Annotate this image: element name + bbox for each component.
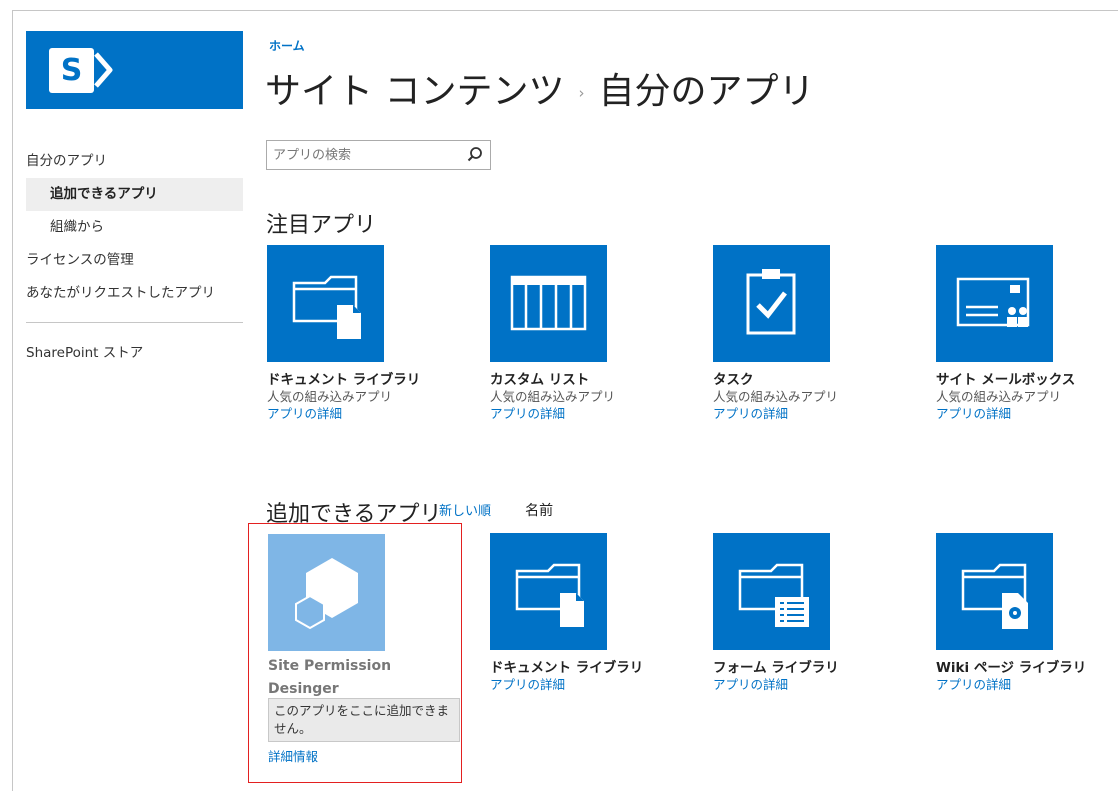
- app-tile-name[interactable]: Wiki ページ ライブラリ: [936, 656, 1118, 676]
- app-tile-name[interactable]: サイト メールボックス: [936, 368, 1118, 388]
- app-tile-image[interactable]: [713, 245, 830, 362]
- featured-app-tile[interactable]: ドキュメント ライブラリ 人気の組み込みアプリ アプリの詳細: [267, 245, 467, 422]
- left-navigation: 自分のアプリ 追加できるアプリ 組織から ライセンスの管理 あなたがリクエストし…: [26, 145, 243, 370]
- app-tile-image: [268, 534, 385, 651]
- addable-app-tile[interactable]: フォーム ライブラリ アプリの詳細: [713, 533, 913, 693]
- app-details-link[interactable]: アプリの詳細: [490, 405, 690, 422]
- app-details-link[interactable]: アプリの詳細: [936, 676, 1118, 693]
- breadcrumb-separator-icon: ›: [578, 84, 585, 102]
- page-title: サイト コンテンツ › 自分のアプリ: [265, 62, 814, 114]
- app-search-input[interactable]: [273, 146, 458, 164]
- app-tile-name[interactable]: ドキュメント ライブラリ: [267, 368, 467, 388]
- app-tile-image[interactable]: [936, 533, 1053, 650]
- sharepoint-arrow-icon: [94, 52, 113, 88]
- search-icon[interactable]: [466, 146, 484, 164]
- app-tile-name[interactable]: カスタム リスト: [490, 368, 690, 388]
- form-library-icon: [738, 563, 809, 627]
- nav-item-addable-apps[interactable]: 追加できるアプリ: [26, 178, 243, 211]
- featured-app-tile[interactable]: タスク 人気の組み込みアプリ アプリの詳細: [713, 245, 913, 422]
- more-info-link[interactable]: 詳細情報: [268, 746, 318, 765]
- featured-app-tile[interactable]: カスタム リスト 人気の組み込みアプリ アプリの詳細: [490, 245, 690, 422]
- page-title-parent[interactable]: サイト コンテンツ: [265, 71, 564, 112]
- nav-item-from-organization[interactable]: 組織から: [26, 211, 243, 244]
- featured-app-tile[interactable]: サイト メールボックス 人気の組み込みアプリ アプリの詳細: [936, 245, 1118, 422]
- app-tile-image[interactable]: [490, 245, 607, 362]
- nav-item-requested-apps[interactable]: あなたがリクエストしたアプリ: [26, 277, 243, 310]
- sort-options: 新しい順 名前: [439, 500, 553, 520]
- app-details-link[interactable]: アプリの詳細: [713, 676, 913, 693]
- app-tile-name: Site Permission Desinger: [268, 658, 392, 697]
- addable-app-tile[interactable]: Wiki ページ ライブラリ アプリの詳細: [936, 533, 1118, 693]
- app-tile-description: 人気の組み込みアプリ: [267, 389, 393, 404]
- nav-item-sharepoint-store[interactable]: SharePoint ストア: [26, 337, 243, 370]
- nav-divider: [26, 322, 243, 323]
- app-tile-image[interactable]: [936, 245, 1053, 362]
- app-tile-name[interactable]: ドキュメント ライブラリ: [490, 656, 690, 676]
- site-mailbox-icon: [956, 277, 1030, 327]
- cannot-add-message: このアプリをここに追加できません。: [268, 698, 460, 742]
- app-details-link[interactable]: アプリの詳細: [936, 405, 1118, 422]
- app-search-box: [266, 140, 491, 170]
- app-details-link[interactable]: アプリの詳細: [490, 676, 690, 693]
- app-tile-description: 人気の組み込みアプリ: [490, 389, 616, 404]
- page-title-current: 自分のアプリ: [598, 71, 815, 112]
- addable-app-tile[interactable]: ドキュメント ライブラリ アプリの詳細: [490, 533, 690, 693]
- nav-item-my-apps[interactable]: 自分のアプリ: [26, 145, 243, 178]
- nav-item-manage-licenses[interactable]: ライセンスの管理: [26, 244, 243, 277]
- disabled-app-tile[interactable]: Site Permission Desinger このアプリをここに追加できませ…: [248, 523, 462, 783]
- tasks-icon: [746, 269, 796, 335]
- app-tile-image[interactable]: [713, 533, 830, 650]
- custom-list-icon: [510, 275, 587, 331]
- app-details-link[interactable]: アプリの詳細: [267, 405, 467, 422]
- document-library-icon: [515, 563, 584, 627]
- app-tile-image[interactable]: [490, 533, 607, 650]
- breadcrumb-home-link[interactable]: ホーム: [269, 37, 305, 54]
- document-library-icon: [292, 275, 361, 339]
- app-tile-name[interactable]: タスク: [713, 368, 913, 388]
- app-tile-description: 人気の組み込みアプリ: [713, 389, 839, 404]
- app-tile-name[interactable]: フォーム ライブラリ: [713, 656, 913, 676]
- hexagon-app-icon: [295, 558, 358, 630]
- sort-name-label: 名前: [525, 503, 554, 519]
- wiki-library-icon: [961, 563, 1028, 629]
- sort-newest-link[interactable]: 新しい順: [439, 504, 491, 519]
- app-details-link[interactable]: アプリの詳細: [713, 405, 913, 422]
- sharepoint-logo[interactable]: S: [26, 31, 243, 109]
- app-tile-description: 人気の組み込みアプリ: [936, 389, 1062, 404]
- app-tile-image[interactable]: [267, 245, 384, 362]
- featured-apps-heading: 注目アプリ: [266, 213, 377, 238]
